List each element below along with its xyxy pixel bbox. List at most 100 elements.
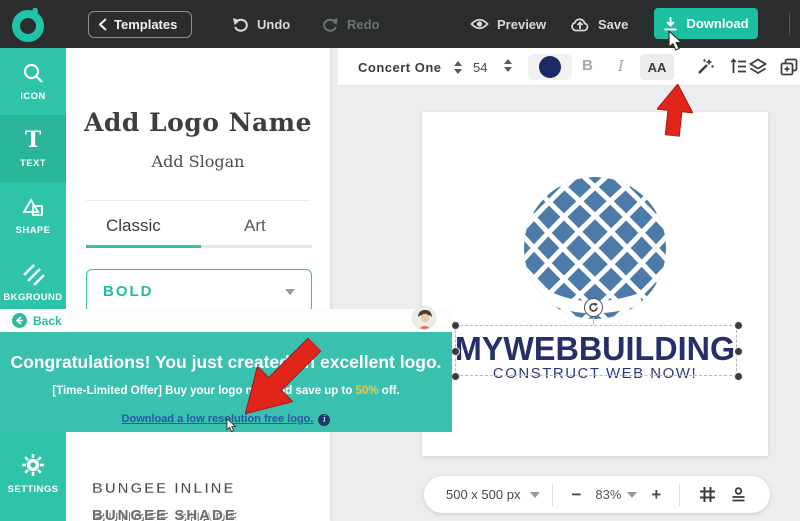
sidebar: ICON T TEXT SHAPE BKGROUND SETTINGS [0,48,66,521]
text-icon: T [25,128,42,152]
back-label: Back [33,313,62,328]
italic-button[interactable]: I [618,57,624,75]
undo-icon [233,18,248,32]
templates-button[interactable]: Templates [88,11,193,38]
undo-label: Undo [257,16,291,32]
rotate-handle[interactable] [584,298,603,317]
chevron-down-icon [530,491,541,498]
undo-button[interactable]: Undo [232,0,290,48]
zoom-level-value[interactable]: 83% [595,487,621,502]
canvas-zoom-bar: 500 x 500 px − 83% + [424,476,770,513]
redo-label: Redo [347,16,380,32]
preview-button[interactable]: Preview [470,0,546,48]
congratulations-banner: Congratulations! You just created an exc… [0,332,452,432]
templates-label: Templates [114,17,178,32]
tab-art[interactable]: Art [244,216,266,236]
selection-handle-mid-right[interactable] [734,347,743,356]
selection-handle-top-right[interactable] [734,321,743,330]
sidebar-item-icon[interactable]: ICON [0,48,66,115]
font-family-stepper [453,60,462,74]
offer-prefix: [Time-Limited Offer] Buy your logo now a… [52,385,356,397]
zoom-out-button[interactable]: − [565,485,587,505]
text-color-button[interactable] [528,54,572,80]
selection-handle-bottom-left[interactable] [451,372,460,381]
preview-label: Preview [497,16,547,32]
sidebar-item-settings[interactable]: SETTINGS [0,440,66,507]
canvas-size-select[interactable]: 500 x 500 px [446,487,541,502]
chevron-down-icon[interactable] [627,491,638,498]
panel-divider [86,200,310,201]
effects-wand-icon[interactable] [696,58,714,76]
svg-text:T: T [25,128,42,152]
bold-button[interactable]: B [582,57,593,74]
font-family-value: Concert One [358,59,442,75]
sidebar-item-text[interactable]: T TEXT [0,115,66,182]
add-slogan-heading[interactable]: Add Slogan [66,152,330,171]
redo-icon [323,18,338,32]
uppercase-button[interactable]: AA [640,54,674,80]
grid-toggle-button[interactable] [692,486,723,503]
save-label: Save [598,16,629,32]
download-button[interactable]: Download [654,8,758,39]
font-size-value[interactable]: 54 [473,60,487,75]
color-swatch [539,56,561,78]
sidebar-item-label: SETTINGS [7,484,59,495]
text-panel: Add Logo Name Add Slogan Classic Art BOL… [66,48,330,521]
tab-classic[interactable]: Classic [106,216,161,236]
sidebar-item-label: SHAPE [15,225,51,236]
download-label: Download [686,16,749,31]
banner-offer-text: [Time-Limited Offer] Buy your logo now a… [0,385,452,397]
text-format-toolbar: Concert One 54 B I AA [338,48,800,86]
sidebar-item-label: BKGROUND [3,292,63,303]
selection-handle-top-left[interactable] [451,321,460,330]
topbar-divider [789,13,790,35]
banner-title: Congratulations! You just created an exc… [10,352,442,372]
tab-active-indicator [86,245,201,248]
eye-icon [470,18,489,30]
bkground-icon [23,264,45,286]
pill-divider [679,483,681,506]
selection-handle-mid-left[interactable] [451,347,460,356]
selection-box[interactable] [455,325,737,376]
snap-icon [732,487,745,502]
duplicate-icon[interactable] [780,58,798,76]
overlay-back-row: Back [0,309,452,332]
font-size-stepper[interactable] [504,59,512,72]
font-list-item-bungee-inline[interactable]: BUNGEE INLINE [92,480,236,498]
snap-toggle-button[interactable] [723,486,754,503]
sidebar-item-bkground[interactable]: BKGROUND [0,249,66,316]
banner-link-row: Download a low resolution free logo. i [0,409,452,427]
download-icon [664,17,677,31]
offer-suffix: off. [378,385,400,397]
layers-icon[interactable] [749,58,767,76]
search-icon [23,63,43,83]
save-button[interactable]: Save [570,0,628,48]
back-chevron-icon [99,18,107,31]
info-icon[interactable]: i [318,414,331,426]
design-canvas[interactable]: MYWEBBUILDING CONSTRUCT WEB NOW! [422,112,768,456]
free-download-link[interactable]: Download a low resolution free logo. [122,413,314,425]
zoom-in-button[interactable]: + [645,485,667,505]
sidebar-item-label: ICON [20,91,46,102]
font-family-select[interactable]: Concert One [358,48,462,86]
user-avatar[interactable] [412,306,436,330]
redo-button[interactable]: Redo [322,0,380,48]
pill-divider [552,483,554,506]
back-button[interactable]: Back [12,313,62,328]
font-style-value: BOLD [103,282,154,300]
font-style-dropdown[interactable]: BOLD [86,269,312,313]
cloud-save-icon [571,18,589,32]
back-circle-icon [12,313,27,328]
brand-logo[interactable] [10,5,48,43]
offer-discount: 50% [355,385,379,397]
selection-handle-bottom-right[interactable] [734,372,743,381]
font-list-item-bungee-shade[interactable]: BUNGEE SHADE [92,507,237,521]
sidebar-item-label: TEXT [20,158,46,169]
sidebar-item-shape[interactable]: SHAPE [0,182,66,249]
add-logo-name-heading[interactable]: Add Logo Name [66,108,330,137]
rotate-icon [589,302,598,312]
top-bar: Templates Undo Redo Preview Save Downloa… [0,0,800,48]
line-spacing-icon[interactable] [730,58,747,75]
gear-icon [22,454,44,476]
chevron-down-icon [285,289,295,295]
